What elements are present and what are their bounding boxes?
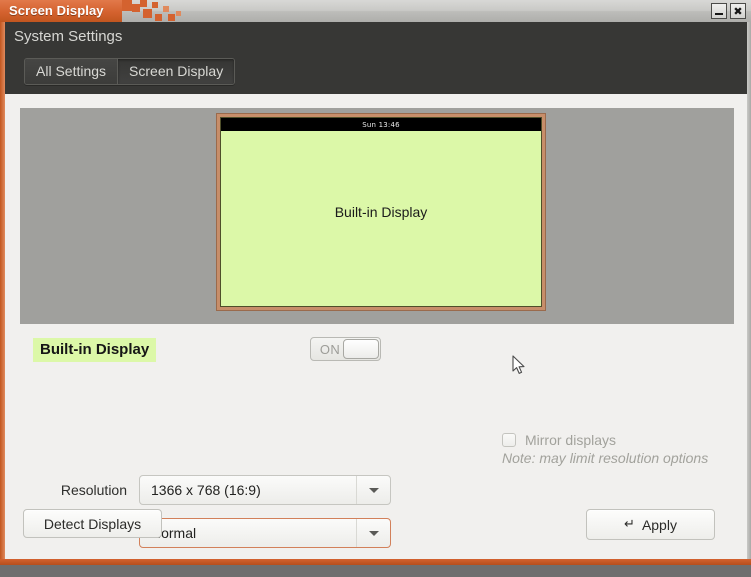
monitor-thumbnail[interactable]: Sun 13:46 Built-in Display <box>216 113 546 311</box>
window-title: Screen Display <box>9 3 104 18</box>
mirror-displays-note: Note: may limit resolution options <box>502 450 708 466</box>
app-title: System Settings <box>14 28 122 45</box>
display-power-toggle[interactable]: ON <box>310 337 381 361</box>
apply-button[interactable]: ↵ Apply <box>586 509 715 540</box>
minimize-button[interactable] <box>711 3 727 19</box>
screen-display-window: Screen Display ✖ System Settings All Set… <box>0 0 751 565</box>
display-arrangement-preview[interactable]: Sun 13:46 Built-in Display <box>20 108 734 324</box>
titlebar-pixel-decor <box>140 0 147 7</box>
monitor-screen: Sun 13:46 Built-in Display <box>220 117 542 307</box>
titlebar-pixel-decor <box>168 14 175 21</box>
titlebar-pixel-decor <box>152 2 158 8</box>
selected-display-row: Built-in Display <box>33 338 156 362</box>
rotation-dropdown[interactable]: Normal <box>139 518 391 548</box>
titlebar-pixel-decor <box>143 9 152 18</box>
titlebar-pixel-decor <box>163 6 169 12</box>
close-button[interactable]: ✖ <box>730 3 746 19</box>
selected-display-name: Built-in Display <box>33 338 156 362</box>
mirror-displays-block: Mirror displays Note: may limit resoluti… <box>502 432 708 466</box>
settings-header: System Settings All Settings Screen Disp… <box>5 22 747 94</box>
tab-all-settings[interactable]: All Settings <box>25 59 117 84</box>
resolution-row: Resolution 1366 x 768 (16:9) <box>27 475 391 505</box>
detect-displays-label: Detect Displays <box>44 516 141 532</box>
window-titlebar[interactable]: Screen Display ✖ <box>0 0 751 22</box>
monitor-name-label: Built-in Display <box>221 118 541 306</box>
titlebar-pixel-decor <box>176 11 181 16</box>
window-frame-right <box>747 22 751 559</box>
titlebar-pixel-decor <box>122 0 132 11</box>
close-icon: ✖ <box>733 6 742 17</box>
minimize-icon <box>715 13 723 15</box>
mirror-displays-label: Mirror displays <box>525 432 616 448</box>
apply-label: Apply <box>642 517 677 533</box>
resolution-label: Resolution <box>27 482 139 498</box>
chevron-down-icon[interactable] <box>356 519 390 547</box>
detect-displays-button[interactable]: Detect Displays <box>23 509 162 538</box>
titlebar-pixel-decor <box>155 14 162 21</box>
tab-screen-display-label: Screen Display <box>129 63 223 79</box>
resolution-value: 1366 x 768 (16:9) <box>140 482 261 498</box>
display-power-toggle-knob[interactable] <box>343 339 379 359</box>
tab-bar: All Settings Screen Display <box>24 58 235 85</box>
chevron-down-icon[interactable] <box>356 476 390 504</box>
tab-screen-display[interactable]: Screen Display <box>117 59 234 84</box>
mirror-displays-row[interactable]: Mirror displays <box>502 432 708 448</box>
tab-all-settings-label: All Settings <box>36 63 106 79</box>
resolution-dropdown[interactable]: 1366 x 768 (16:9) <box>139 475 391 505</box>
enter-key-icon: ↵ <box>624 517 635 532</box>
window-frame-bottom <box>0 559 751 565</box>
titlebar-pixel-decor <box>132 4 140 12</box>
screen-display-pane: Sun 13:46 Built-in Display Built-in Disp… <box>5 94 747 559</box>
mirror-displays-checkbox[interactable] <box>502 433 516 447</box>
